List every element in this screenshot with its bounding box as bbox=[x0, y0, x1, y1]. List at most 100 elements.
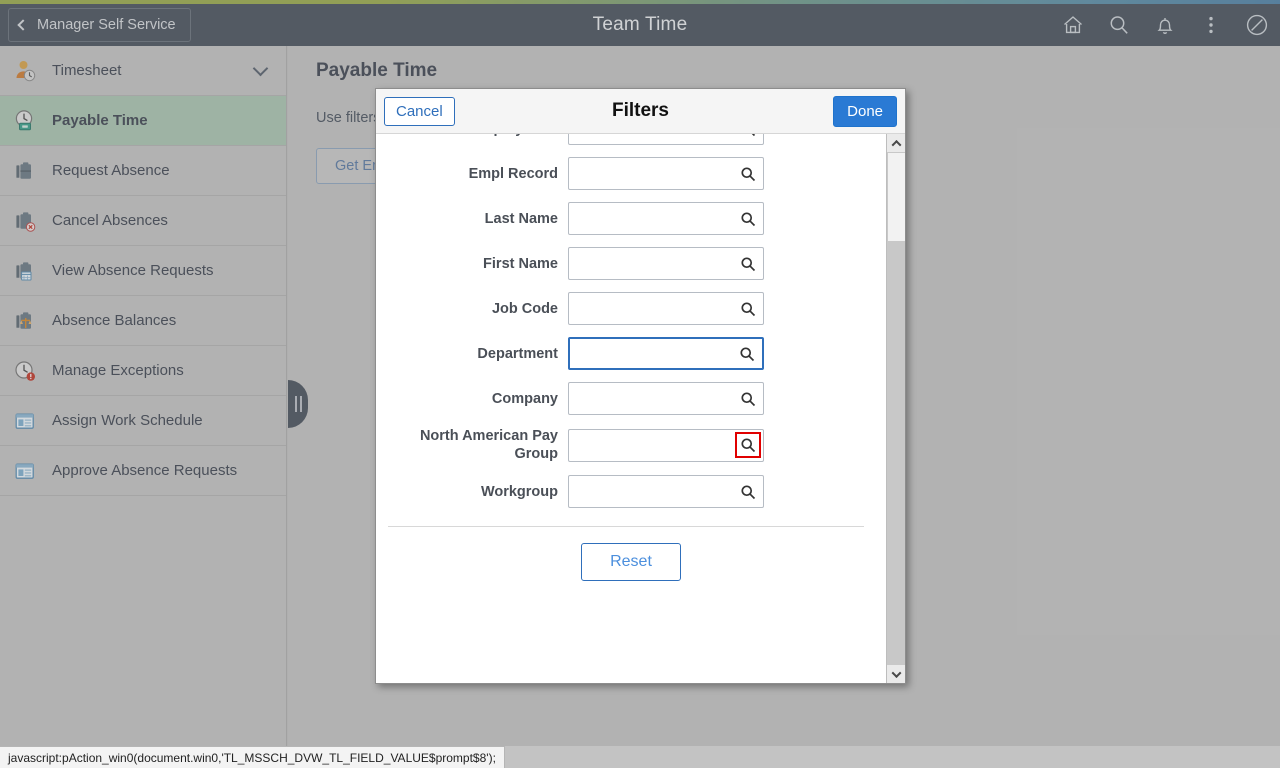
lookup-search-icon[interactable] bbox=[735, 251, 761, 277]
job-code-input[interactable] bbox=[569, 293, 763, 324]
chevron-left-icon bbox=[17, 19, 29, 31]
handle-bar-left bbox=[294, 396, 297, 412]
workgroup-field[interactable] bbox=[568, 475, 764, 508]
person-clock-icon bbox=[10, 56, 40, 86]
filter-row-department: Department bbox=[376, 337, 886, 370]
reset-button[interactable]: Reset bbox=[581, 543, 681, 581]
field-label: Last Name bbox=[484, 210, 558, 227]
workgroup-input[interactable] bbox=[569, 476, 763, 507]
chevron-down-icon bbox=[891, 667, 902, 678]
field-label: Employee ID bbox=[376, 134, 568, 138]
app-header: Manager Self Service Team Time bbox=[0, 4, 1280, 46]
filters-modal: Cancel Filters Done Employee ID bbox=[375, 88, 906, 684]
filter-row-workgroup: Workgroup bbox=[376, 475, 886, 508]
lookup-search-icon[interactable] bbox=[735, 386, 761, 412]
sidebar-item-manage-exceptions[interactable]: Manage Exceptions bbox=[0, 346, 286, 396]
lookup-search-icon[interactable] bbox=[735, 206, 761, 232]
empl-record-field[interactable] bbox=[568, 157, 764, 190]
reset-button-container: Reset bbox=[376, 543, 886, 581]
filter-row-job-code: Job Code bbox=[376, 292, 886, 325]
application-window: Manager Self Service Team Time Timesheet… bbox=[0, 0, 1280, 768]
sidebar-item-label: Request Absence bbox=[52, 162, 170, 179]
window-list-icon bbox=[10, 406, 40, 436]
page-title: Payable Time bbox=[316, 60, 438, 81]
lookup-search-icon[interactable] bbox=[735, 432, 761, 458]
scroll-up-arrow[interactable] bbox=[887, 134, 905, 152]
clock-money-icon bbox=[10, 106, 40, 136]
first-name-input[interactable] bbox=[569, 248, 763, 279]
empl-record-input[interactable] bbox=[569, 158, 763, 189]
back-button-label: Manager Self Service bbox=[37, 17, 176, 33]
filter-row-north-american-pay-group: North American Pay Group bbox=[376, 427, 886, 463]
last-name-input[interactable] bbox=[569, 203, 763, 234]
lookup-search-icon[interactable] bbox=[735, 479, 761, 505]
sidebar-item-approve-absence-requests[interactable]: Approve Absence Requests bbox=[0, 446, 286, 496]
department-field[interactable] bbox=[568, 337, 764, 370]
form-divider bbox=[388, 526, 864, 527]
actions-menu-icon[interactable] bbox=[1198, 12, 1224, 38]
lookup-search-icon[interactable] bbox=[735, 134, 761, 142]
employee-id-field[interactable] bbox=[568, 134, 764, 145]
sidebar-item-label: Payable Time bbox=[52, 112, 148, 129]
job-code-field[interactable] bbox=[568, 292, 764, 325]
back-to-manager-self-service-button[interactable]: Manager Self Service bbox=[8, 8, 191, 42]
sidebar-item-label: Assign Work Schedule bbox=[52, 412, 203, 429]
sidebar-item-assign-work-schedule[interactable]: Assign Work Schedule bbox=[0, 396, 286, 446]
navbar-compass-icon[interactable] bbox=[1244, 12, 1270, 38]
header-icon-group bbox=[1060, 4, 1270, 46]
filter-row-company: Company bbox=[376, 382, 886, 415]
briefcase-balance-icon bbox=[10, 306, 40, 336]
sidebar-item-view-absence-requests[interactable]: View Absence Requests bbox=[0, 246, 286, 296]
lookup-search-icon[interactable] bbox=[735, 296, 761, 322]
last-name-field[interactable] bbox=[568, 202, 764, 235]
done-button[interactable]: Done bbox=[833, 95, 897, 127]
modal-body: Employee ID Empl Record bbox=[376, 134, 905, 683]
sidebar-item-label: Approve Absence Requests bbox=[52, 462, 238, 479]
sidebar-item-timesheet[interactable]: Timesheet bbox=[0, 46, 286, 96]
filters-form-scroll-region: Employee ID Empl Record bbox=[376, 134, 886, 683]
handle-bar-right bbox=[299, 396, 302, 412]
sidebar-item-label: Absence Balances bbox=[52, 312, 177, 329]
sidebar-item-label: Manage Exceptions bbox=[52, 362, 184, 379]
navigation-sidebar: Timesheet Payable Time Request Absence C… bbox=[0, 46, 287, 746]
sidebar-item-label: Timesheet bbox=[52, 62, 122, 79]
modal-title: Filters bbox=[611, 100, 670, 121]
north-american-pay-group-field[interactable] bbox=[568, 428, 764, 462]
status-bar-link-text: javascript:pAction_win0(document.win0,'T… bbox=[0, 746, 505, 768]
field-label: Workgroup bbox=[480, 483, 558, 500]
browser-status-bar: javascript:pAction_win0(document.win0,'T… bbox=[0, 746, 1280, 768]
field-label: Department bbox=[477, 345, 558, 362]
lookup-search-icon[interactable] bbox=[734, 341, 760, 367]
modal-scrollbar[interactable] bbox=[886, 134, 905, 683]
filter-row-first-name: First Name bbox=[376, 247, 886, 280]
company-field[interactable] bbox=[568, 382, 764, 415]
scroll-down-arrow[interactable] bbox=[887, 665, 905, 683]
lookup-search-icon[interactable] bbox=[735, 161, 761, 187]
cancel-button[interactable]: Cancel bbox=[384, 96, 455, 126]
home-icon[interactable] bbox=[1060, 12, 1086, 38]
field-label: First Name bbox=[483, 255, 558, 272]
notifications-bell-icon[interactable] bbox=[1152, 12, 1178, 38]
sidebar-item-label: Cancel Absences bbox=[52, 212, 168, 229]
sidebar-item-request-absence[interactable]: Request Absence bbox=[0, 146, 286, 196]
field-label: Empl Record bbox=[468, 165, 558, 182]
chevron-down-icon[interactable] bbox=[252, 60, 269, 76]
scrollbar-thumb[interactable] bbox=[888, 153, 905, 241]
field-label: Job Code bbox=[491, 300, 558, 317]
sidebar-item-payable-time[interactable]: Payable Time bbox=[0, 96, 286, 146]
collapse-sidebar-handle[interactable] bbox=[288, 380, 308, 428]
sidebar-item-absence-balances[interactable]: Absence Balances bbox=[0, 296, 286, 346]
search-icon[interactable] bbox=[1106, 12, 1132, 38]
field-label: North American Pay Group bbox=[419, 428, 558, 462]
window-list-icon bbox=[10, 456, 40, 486]
north-american-pay-group-input[interactable] bbox=[569, 429, 763, 461]
employee-id-input[interactable] bbox=[569, 134, 763, 144]
filter-row-empl-record: Empl Record bbox=[376, 157, 886, 190]
modal-header: Cancel Filters Done bbox=[376, 89, 905, 134]
sidebar-item-cancel-absences[interactable]: Cancel Absences bbox=[0, 196, 286, 246]
filter-row-last-name: Last Name bbox=[376, 202, 886, 235]
first-name-field[interactable] bbox=[568, 247, 764, 280]
filter-row-employee-id: Employee ID bbox=[376, 134, 886, 145]
company-input[interactable] bbox=[569, 383, 763, 414]
field-label: Company bbox=[491, 390, 558, 407]
